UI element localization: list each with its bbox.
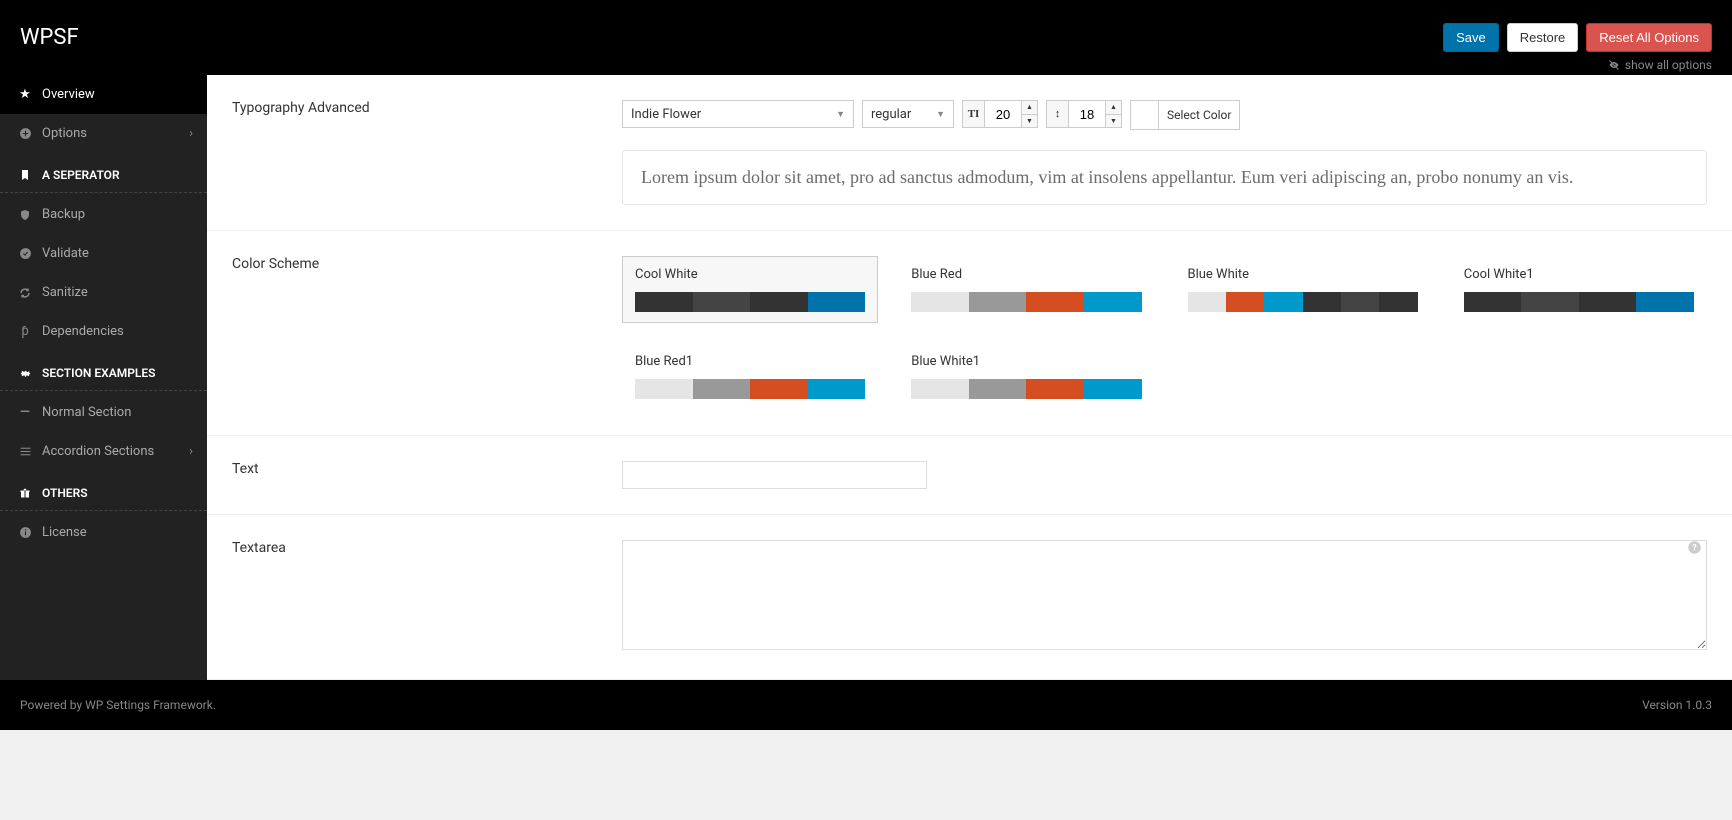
save-button[interactable]: Save bbox=[1443, 23, 1499, 52]
help-icon[interactable]: ? bbox=[1687, 540, 1702, 559]
scheme-title: Blue White1 bbox=[911, 354, 1141, 369]
sidebar-item-license[interactable]: License bbox=[0, 513, 207, 552]
scheme-title: Blue Red bbox=[911, 267, 1141, 282]
show-all-label: show all options bbox=[1625, 58, 1712, 72]
caret-down-icon: ▼ bbox=[836, 109, 845, 120]
footer: Powered by WP Settings Framework. Versio… bbox=[0, 680, 1732, 730]
font-size-stepper[interactable]: TI ▲ ▼ bbox=[962, 100, 1038, 128]
scheme-swatch-bar bbox=[911, 379, 1141, 399]
gear-icon bbox=[18, 366, 32, 380]
check-circle-icon bbox=[18, 247, 32, 261]
chevron-right-icon: › bbox=[189, 444, 193, 459]
field-color-scheme: Color Scheme Cool White Blue Red Blue Whit… bbox=[207, 231, 1732, 436]
footer-credit: Powered by WP Settings Framework. bbox=[20, 698, 216, 712]
sidebar-item-backup[interactable]: Backup bbox=[0, 195, 207, 234]
color-scheme-option[interactable]: Blue White bbox=[1175, 256, 1431, 323]
scheme-title: Cool White bbox=[635, 267, 865, 282]
color-scheme-grid: Cool White Blue Red Blue White Cool White1 B… bbox=[622, 256, 1707, 410]
color-scheme-option[interactable]: Blue Red1 bbox=[622, 343, 878, 410]
typography-preview: Lorem ipsum dolor sit amet, pro ad sanct… bbox=[622, 150, 1707, 205]
font-family-select[interactable]: Indie Flower ▼ bbox=[622, 100, 854, 128]
code-fork-icon: ƥ bbox=[18, 325, 32, 339]
shield-icon bbox=[18, 208, 32, 222]
footer-version: Version 1.0.3 bbox=[1642, 698, 1712, 712]
sidebar-item-validate[interactable]: Validate bbox=[0, 234, 207, 273]
sidebar-item-options[interactable]: Options › bbox=[0, 114, 207, 153]
text-size-icon: TI bbox=[963, 101, 985, 127]
line-height-icon: ↕ bbox=[1047, 101, 1069, 127]
bookmark-icon bbox=[18, 168, 32, 182]
show-all-options-link[interactable]: show all options bbox=[1607, 58, 1712, 72]
size-up-button[interactable]: ▲ bbox=[1022, 101, 1037, 115]
color-scheme-label: Color Scheme bbox=[232, 256, 622, 410]
restore-button[interactable]: Restore bbox=[1507, 23, 1579, 52]
sidebar-item-normal-section[interactable]: — Normal Section bbox=[0, 393, 207, 432]
sidebar-item-dependencies[interactable]: ƥ Dependencies bbox=[0, 312, 207, 351]
scheme-swatch-bar bbox=[635, 292, 865, 312]
sidebar-header-others: OTHERS bbox=[0, 471, 207, 511]
typography-control: Indie Flower ▼ regular ▼ TI ▲ ▼ bbox=[622, 100, 1707, 205]
sidebar-item-accordion-sections[interactable]: Accordion Sections › bbox=[0, 432, 207, 471]
line-height-stepper[interactable]: ↕ ▲ ▼ bbox=[1046, 100, 1122, 128]
scheme-swatch-bar bbox=[635, 379, 865, 399]
star-icon: ★ bbox=[18, 88, 32, 102]
color-swatch bbox=[1131, 101, 1159, 129]
color-scheme-option[interactable]: Cool White1 bbox=[1451, 256, 1707, 323]
scheme-title: Cool White1 bbox=[1464, 267, 1694, 282]
top-actions: Save Restore Reset All Options bbox=[1443, 23, 1712, 52]
sidebar: ★ Overview Options › A SEPERATOR Backup bbox=[0, 75, 207, 680]
field-text: Text bbox=[207, 436, 1732, 515]
textarea-label: Textarea bbox=[232, 540, 622, 654]
color-scheme-option[interactable]: Blue White1 bbox=[898, 343, 1154, 410]
top-bar: WPSF Save Restore Reset All Options show… bbox=[0, 0, 1732, 75]
typography-label: Typography Advanced bbox=[232, 100, 622, 205]
lh-down-button[interactable]: ▼ bbox=[1106, 115, 1121, 128]
sidebar-item-overview[interactable]: ★ Overview bbox=[0, 75, 207, 114]
color-picker[interactable]: Select Color bbox=[1130, 100, 1240, 130]
brand-title: WPSF bbox=[20, 25, 79, 50]
color-scheme-option[interactable]: Blue Red bbox=[898, 256, 1154, 323]
scheme-swatch-bar bbox=[1188, 292, 1418, 312]
textarea-input[interactable] bbox=[622, 540, 1707, 650]
scheme-swatch-bar bbox=[911, 292, 1141, 312]
bars-icon bbox=[18, 445, 32, 459]
minus-icon: — bbox=[18, 406, 32, 420]
sidebar-header-section-examples: SECTION EXAMPLES bbox=[0, 351, 207, 391]
eye-off-icon bbox=[1607, 58, 1621, 72]
size-down-button[interactable]: ▼ bbox=[1022, 115, 1037, 128]
scheme-swatch-bar bbox=[1464, 292, 1694, 312]
main-wrap: ★ Overview Options › A SEPERATOR Backup bbox=[0, 75, 1732, 680]
info-circle-icon bbox=[18, 526, 32, 540]
sidebar-item-sanitize[interactable]: Sanitize bbox=[0, 273, 207, 312]
scheme-title: Blue Red1 bbox=[635, 354, 865, 369]
plus-circle-icon bbox=[18, 127, 32, 141]
gift-icon bbox=[18, 486, 32, 500]
content-area: Typography Advanced Indie Flower ▼ regul… bbox=[207, 75, 1732, 680]
line-height-input[interactable] bbox=[1069, 101, 1105, 127]
chevron-right-icon: › bbox=[189, 126, 193, 141]
lh-up-button[interactable]: ▲ bbox=[1106, 101, 1121, 115]
field-typography: Typography Advanced Indie Flower ▼ regul… bbox=[207, 75, 1732, 231]
font-weight-select[interactable]: regular ▼ bbox=[862, 100, 954, 128]
text-input[interactable] bbox=[622, 461, 927, 489]
svg-text:?: ? bbox=[1692, 544, 1697, 554]
refresh-icon bbox=[18, 286, 32, 300]
reset-all-button[interactable]: Reset All Options bbox=[1586, 23, 1712, 52]
text-label: Text bbox=[232, 461, 622, 489]
caret-down-icon: ▼ bbox=[936, 109, 945, 120]
sidebar-header-seperator: A SEPERATOR bbox=[0, 153, 207, 193]
color-scheme-option[interactable]: Cool White bbox=[622, 256, 878, 323]
field-textarea: ? Textarea bbox=[207, 515, 1732, 680]
font-size-input[interactable] bbox=[985, 101, 1021, 127]
scheme-title: Blue White bbox=[1188, 267, 1418, 282]
